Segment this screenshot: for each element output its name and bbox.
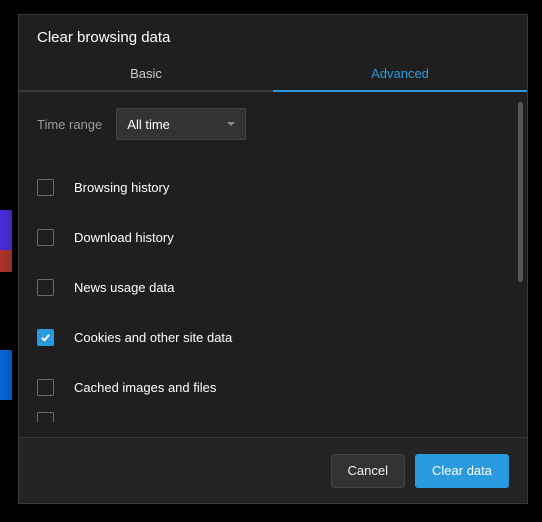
background-decoration: [0, 250, 12, 272]
checkbox-news-usage-data[interactable]: [37, 279, 54, 296]
cancel-button[interactable]: Cancel: [331, 454, 405, 488]
checkbox-download-history[interactable]: [37, 229, 54, 246]
item-cookies[interactable]: Cookies and other site data: [37, 312, 497, 362]
item-label: Cached images and files: [74, 380, 216, 395]
scroll-area: Time range All time Browsing history Dow…: [19, 92, 515, 437]
item-label: News usage data: [74, 280, 174, 295]
tab-advanced[interactable]: Advanced: [273, 56, 527, 92]
item-label: Cookies and other site data: [74, 330, 232, 345]
clear-browsing-data-dialog: Clear browsing data Basic Advanced Time …: [18, 14, 528, 504]
checkbox-cookies[interactable]: [37, 329, 54, 346]
clear-data-button[interactable]: Clear data: [415, 454, 509, 488]
checkbox-cached-images[interactable]: [37, 379, 54, 396]
checkbox-partial[interactable]: [37, 412, 54, 422]
checkbox-browsing-history[interactable]: [37, 179, 54, 196]
background-decoration: [0, 210, 12, 250]
item-label: Download history: [74, 230, 174, 245]
item-download-history[interactable]: Download history: [37, 212, 497, 262]
item-browsing-history[interactable]: Browsing history: [37, 162, 497, 212]
dialog-footer: Cancel Clear data: [19, 437, 527, 503]
time-range-select[interactable]: All time: [116, 108, 246, 140]
dialog-title: Clear browsing data: [19, 15, 527, 56]
chevron-down-icon: [227, 122, 235, 126]
item-cached-images[interactable]: Cached images and files: [37, 362, 497, 412]
time-range-label: Time range: [37, 117, 102, 132]
tabs: Basic Advanced: [19, 56, 527, 92]
tab-basic[interactable]: Basic: [19, 56, 273, 92]
time-range-value: All time: [127, 117, 170, 132]
item-partial-next[interactable]: [37, 412, 497, 426]
check-icon: [40, 332, 51, 343]
dialog-body: Time range All time Browsing history Dow…: [19, 92, 527, 437]
scrollbar-thumb[interactable]: [518, 102, 523, 282]
item-label: Browsing history: [74, 180, 169, 195]
background-decoration: [0, 350, 12, 400]
item-news-usage-data[interactable]: News usage data: [37, 262, 497, 312]
time-range-row: Time range All time: [37, 108, 497, 140]
